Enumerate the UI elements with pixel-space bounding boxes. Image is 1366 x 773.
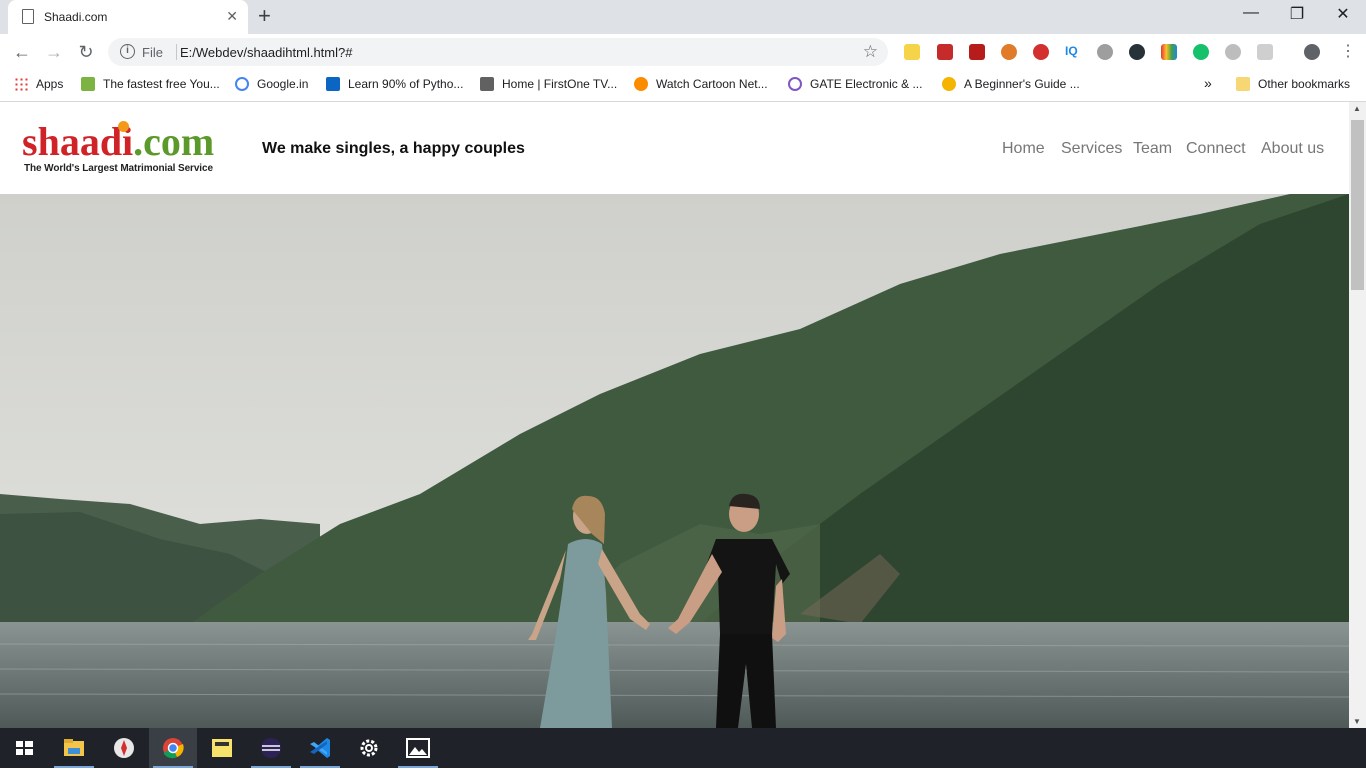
guide-icon bbox=[942, 77, 956, 91]
apps-grid-icon bbox=[14, 77, 28, 91]
bookmark-item[interactable]: Home | FirstOne TV... bbox=[480, 77, 617, 91]
address-separator bbox=[176, 44, 177, 60]
nav-connect[interactable]: Connect bbox=[1186, 140, 1246, 158]
cartoon-icon bbox=[634, 77, 648, 91]
window-close-button[interactable]: ✕ bbox=[1320, 4, 1366, 24]
settings-gear-icon[interactable] bbox=[345, 728, 393, 768]
eclipse-icon[interactable] bbox=[247, 728, 295, 768]
bookmark-item[interactable]: GATE Electronic & ... bbox=[788, 77, 922, 91]
more-bookmarks-chevron-icon[interactable]: » bbox=[1204, 75, 1212, 91]
menu-kebab-icon[interactable]: ⋮ bbox=[1334, 39, 1362, 65]
download-arrow-icon bbox=[81, 77, 95, 91]
scrollbar-thumb[interactable] bbox=[1351, 120, 1364, 290]
logo-subtitle: The World's Largest Matrimonial Service bbox=[24, 163, 213, 174]
shaadi-logo[interactable]: shaadi.com The World's Largest Matrimoni… bbox=[22, 120, 242, 178]
scroll-up-icon[interactable]: ▲ bbox=[1353, 104, 1361, 113]
site-info-icon[interactable]: i bbox=[120, 44, 135, 59]
firstone-tv-icon bbox=[480, 77, 494, 91]
grammarly-icon[interactable] bbox=[1193, 44, 1209, 60]
reload-icon[interactable]: ↻ bbox=[72, 39, 100, 65]
extension-color-grid-icon[interactable] bbox=[1161, 44, 1177, 60]
site-tagline: We make singles, a happy couples bbox=[262, 140, 525, 157]
photos-icon[interactable] bbox=[394, 728, 442, 768]
web-page: shaadi.com The World's Largest Matrimoni… bbox=[0, 102, 1349, 728]
compass-app-icon[interactable] bbox=[100, 728, 148, 768]
vscode-icon[interactable] bbox=[296, 728, 344, 768]
nav-services[interactable]: Services bbox=[1061, 140, 1122, 158]
site-header: shaadi.com The World's Largest Matrimoni… bbox=[0, 102, 1349, 194]
extension-star-icon[interactable] bbox=[904, 44, 920, 60]
profile-avatar-icon[interactable] bbox=[1304, 44, 1320, 60]
minimize-button[interactable]: — bbox=[1228, 4, 1274, 22]
nav-team[interactable]: Team bbox=[1133, 140, 1172, 158]
extension-fox-icon[interactable] bbox=[1001, 44, 1017, 60]
browser-tab[interactable]: Shaadi.com ✕ bbox=[8, 0, 248, 34]
other-bookmarks-folder[interactable]: Other bookmarks bbox=[1236, 77, 1350, 91]
windows-start-icon[interactable] bbox=[0, 728, 48, 768]
scroll-down-icon[interactable]: ▼ bbox=[1353, 717, 1361, 726]
browser-tab-strip: Shaadi.com ✕ + — ❐ ✕ bbox=[0, 0, 1366, 34]
file-explorer-icon[interactable] bbox=[50, 728, 98, 768]
address-bar[interactable]: i File E:/Webdev/shaadihtml.html?# ☆ bbox=[108, 38, 888, 66]
back-arrow-icon[interactable]: ← bbox=[8, 39, 36, 65]
bookmark-item[interactable]: Google.in bbox=[235, 77, 308, 91]
sticky-notes-icon[interactable] bbox=[198, 728, 246, 768]
extension-iq-icon[interactable]: IQ bbox=[1065, 44, 1081, 60]
extension-book-icon[interactable] bbox=[937, 44, 953, 60]
page-favicon-icon bbox=[22, 9, 34, 24]
extension-tb-icon[interactable] bbox=[1257, 44, 1273, 60]
extension-sphere-icon[interactable] bbox=[1097, 44, 1113, 60]
bookmark-item[interactable]: A Beginner's Guide ... bbox=[942, 77, 1080, 91]
bookmark-star-icon[interactable]: ☆ bbox=[863, 42, 878, 62]
extension-video-icon[interactable] bbox=[969, 44, 985, 60]
bookmark-item[interactable]: Learn 90% of Pytho... bbox=[326, 77, 463, 91]
tab-title: Shaadi.com bbox=[44, 10, 108, 24]
folder-icon bbox=[1236, 77, 1250, 91]
address-url[interactable]: E:/Webdev/shaadihtml.html?# bbox=[180, 45, 352, 60]
google-icon bbox=[235, 77, 249, 91]
linkedin-icon bbox=[326, 77, 340, 91]
tab-close-icon[interactable]: ✕ bbox=[226, 8, 238, 25]
nav-home[interactable]: Home bbox=[1002, 140, 1045, 158]
page-scrollbar[interactable]: ▲ ▼ bbox=[1349, 102, 1366, 728]
bookmark-item[interactable]: The fastest free You... bbox=[81, 77, 220, 91]
windows-taskbar bbox=[0, 728, 1366, 768]
address-scheme-label: File bbox=[142, 45, 163, 60]
bookmark-apps[interactable]: Apps bbox=[14, 77, 63, 91]
new-tab-button[interactable]: + bbox=[258, 3, 271, 29]
extension-k-icon[interactable] bbox=[1129, 44, 1145, 60]
nav-about-us[interactable]: About us bbox=[1261, 140, 1324, 158]
gate-icon bbox=[788, 77, 802, 91]
logo-dot-icon bbox=[118, 121, 129, 132]
browser-toolbar: ← → ↻ i File E:/Webdev/shaadihtml.html?#… bbox=[0, 34, 1366, 70]
hero-image-couple-at-lake bbox=[0, 194, 1349, 728]
hero-illustration bbox=[0, 194, 1349, 728]
extension-circle-icon[interactable] bbox=[1225, 44, 1241, 60]
forward-arrow-icon[interactable]: → bbox=[40, 39, 68, 65]
restore-button[interactable]: ❐ bbox=[1274, 4, 1320, 24]
extension-adblock-icon[interactable] bbox=[1033, 44, 1049, 60]
bookmarks-bar: Apps The fastest free You... Google.in L… bbox=[0, 70, 1366, 102]
bookmark-item[interactable]: Watch Cartoon Net... bbox=[634, 77, 768, 91]
chrome-icon[interactable] bbox=[149, 728, 197, 768]
